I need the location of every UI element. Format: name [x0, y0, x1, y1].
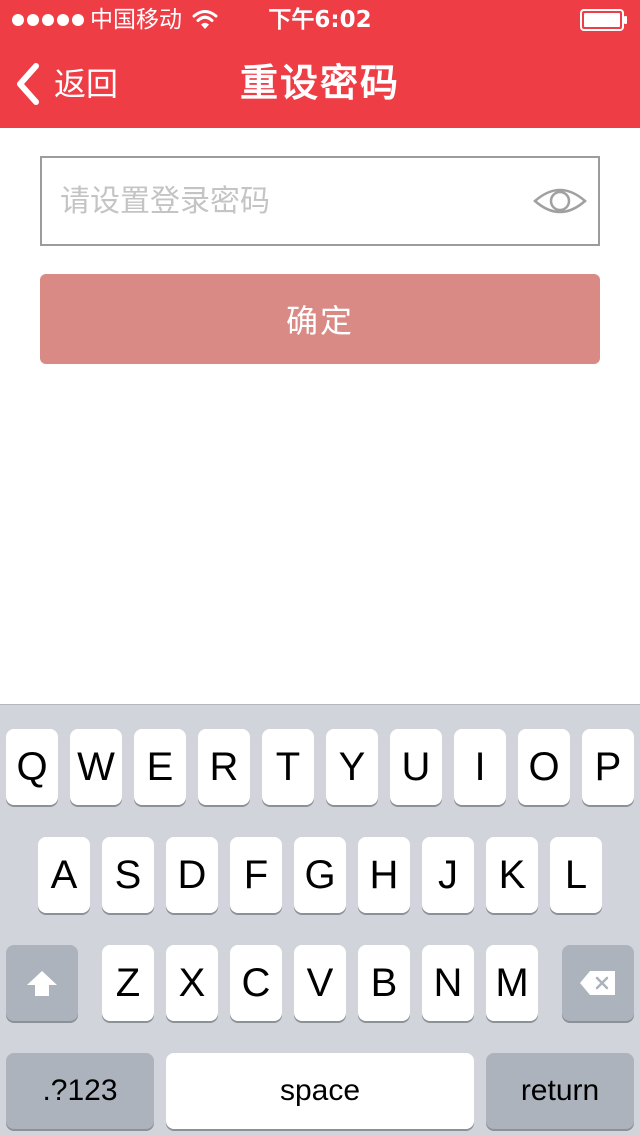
- key-o[interactable]: O: [518, 729, 570, 805]
- status-bar: 中国移动 下午6:02: [0, 0, 640, 40]
- page-title: 重设密码: [239, 61, 400, 105]
- key-a[interactable]: A: [38, 837, 90, 913]
- key-i[interactable]: I: [454, 729, 506, 805]
- key-u[interactable]: U: [390, 729, 442, 805]
- key-g[interactable]: G: [294, 837, 346, 913]
- shift-icon: [27, 971, 57, 996]
- key-e[interactable]: E: [134, 729, 186, 805]
- password-field[interactable]: [40, 156, 600, 246]
- key-r[interactable]: R: [198, 729, 250, 805]
- key-k[interactable]: K: [486, 837, 538, 913]
- shift-key[interactable]: [6, 945, 78, 1021]
- key-l[interactable]: L: [550, 837, 602, 913]
- key-t[interactable]: T: [262, 729, 314, 805]
- numbers-key[interactable]: .?123: [6, 1053, 154, 1129]
- key-c[interactable]: C: [230, 945, 282, 1021]
- key-h[interactable]: H: [358, 837, 410, 913]
- battery-icon: [580, 9, 627, 31]
- key-b[interactable]: B: [358, 945, 410, 1021]
- key-q[interactable]: Q: [6, 729, 58, 805]
- key-x[interactable]: X: [166, 945, 218, 1021]
- space-key[interactable]: space: [166, 1053, 474, 1129]
- key-d[interactable]: D: [166, 837, 218, 913]
- header-bar: 中国移动 下午6:02 返回 重设密码: [0, 0, 640, 128]
- key-p[interactable]: P: [582, 729, 634, 805]
- status-time: 下午6:02: [268, 7, 372, 33]
- password-input[interactable]: [60, 158, 520, 244]
- key-y[interactable]: Y: [326, 729, 378, 805]
- keyboard: Q W E R T Y U I O P A S D F G H J K L Z …: [0, 704, 640, 1136]
- key-j[interactable]: J: [422, 837, 474, 913]
- key-z[interactable]: Z: [102, 945, 154, 1021]
- key-m[interactable]: M: [486, 945, 538, 1021]
- delete-key[interactable]: [562, 945, 634, 1021]
- key-f[interactable]: F: [230, 837, 282, 913]
- key-w[interactable]: W: [70, 729, 122, 805]
- key-n[interactable]: N: [422, 945, 474, 1021]
- key-v[interactable]: V: [294, 945, 346, 1021]
- key-s[interactable]: S: [102, 837, 154, 913]
- delete-icon: [580, 971, 615, 995]
- eye-icon[interactable]: [532, 179, 588, 223]
- return-key[interactable]: return: [486, 1053, 634, 1129]
- confirm-button[interactable]: 确定: [40, 274, 600, 364]
